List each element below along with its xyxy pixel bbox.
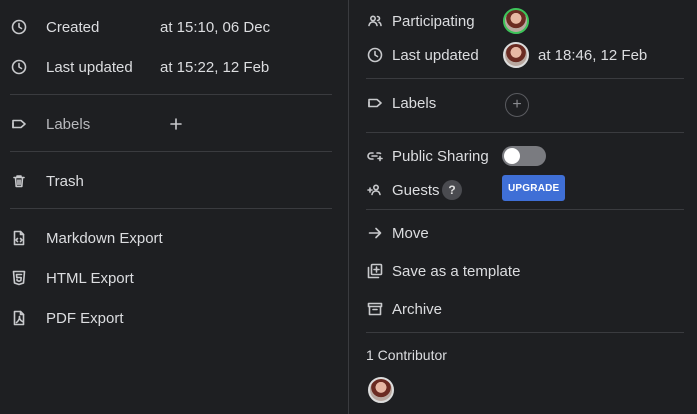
last-updated-label: Last updated (46, 58, 133, 76)
tag-icon (10, 115, 28, 133)
markdown-export-label: Markdown Export (46, 229, 163, 247)
right-last-updated-row: Last updated at 18:46, 12 Feb (366, 42, 686, 68)
markdown-export-item[interactable]: Markdown Export (10, 228, 340, 248)
document-details-panel: Created at 15:10, 06 Dec Last updated at… (0, 0, 348, 414)
pdf-file-icon (10, 309, 28, 327)
html5-icon (10, 269, 28, 287)
public-sharing-toggle[interactable] (502, 146, 546, 166)
last-updated-row: Last updated at 15:22, 12 Feb (10, 57, 340, 77)
html-export-label: HTML Export (46, 269, 134, 287)
contributors-count: 1 Contributor (366, 347, 447, 363)
created-row: Created at 15:10, 06 Dec (10, 17, 340, 37)
pdf-export-label: PDF Export (46, 309, 124, 327)
archive-label: Archive (392, 300, 443, 318)
upgrade-button[interactable]: UPGRADE (502, 175, 566, 201)
last-updated-value: at 15:22, 12 Feb (160, 58, 270, 76)
participating-label: Participating (392, 12, 475, 30)
link-share-icon (366, 147, 384, 165)
clock-icon (10, 58, 28, 76)
pdf-export-item[interactable]: PDF Export (10, 308, 340, 328)
public-sharing-row: Public Sharing (366, 146, 686, 166)
divider (10, 151, 332, 152)
users-icon (366, 12, 384, 30)
move-action[interactable]: Move (366, 223, 686, 243)
right-labels-label: Labels (392, 94, 437, 112)
archive-action[interactable]: Archive (366, 299, 686, 319)
move-label: Move (392, 224, 429, 242)
trash-icon (10, 172, 28, 190)
toggle-knob (504, 148, 520, 164)
guests-label: Guests (392, 181, 440, 199)
archive-icon (366, 300, 384, 318)
guests-help-icon[interactable]: ? (442, 180, 462, 200)
template-add-icon (366, 262, 384, 280)
trash-label: Trash (46, 172, 84, 190)
clock-icon (366, 46, 384, 64)
participant-avatar[interactable] (503, 8, 529, 34)
divider (366, 209, 684, 210)
add-guest-icon (366, 181, 384, 199)
divider (366, 332, 684, 333)
created-value: at 15:10, 06 Dec (160, 18, 271, 36)
divider (366, 132, 684, 133)
right-last-updated-value: at 18:46, 12 Feb (538, 46, 648, 64)
right-labels-row: Labels + (366, 93, 686, 117)
divider (10, 208, 332, 209)
trash-item[interactable]: Trash (10, 171, 340, 191)
contributor-avatar[interactable] (368, 377, 394, 403)
public-sharing-label: Public Sharing (392, 147, 489, 165)
labels-label: Labels (46, 115, 91, 133)
updater-avatar[interactable] (503, 42, 529, 68)
divider (366, 78, 684, 79)
document-info-panel: Participating Last updated at 18:46, 12 … (348, 0, 697, 414)
add-label-button[interactable]: + (505, 93, 529, 117)
participating-row: Participating (366, 8, 686, 34)
arrow-right-icon (366, 224, 384, 242)
html-export-item[interactable]: HTML Export (10, 268, 340, 288)
guests-row: Guests ? UPGRADE (366, 175, 686, 201)
tag-icon (366, 94, 384, 112)
divider (10, 94, 332, 95)
plus-icon[interactable] (167, 115, 185, 133)
created-label: Created (46, 18, 100, 36)
save-template-label: Save as a template (392, 262, 521, 280)
right-last-updated-label: Last updated (392, 46, 479, 64)
markdown-file-icon (10, 229, 28, 247)
clock-icon (10, 18, 28, 36)
labels-row[interactable]: Labels (10, 114, 340, 134)
save-template-action[interactable]: Save as a template (366, 261, 686, 281)
